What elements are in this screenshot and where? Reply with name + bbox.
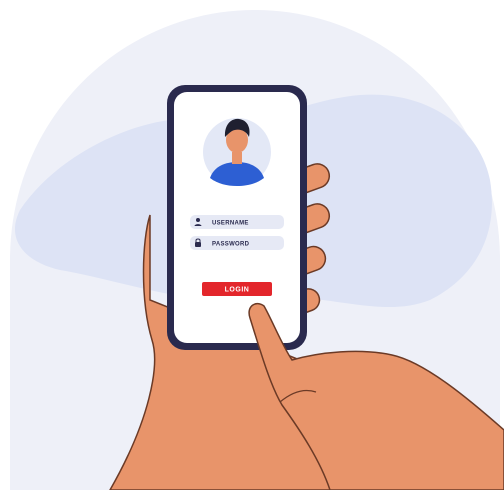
login-illustration: USERNAME PASSWORD LOGIN xyxy=(0,0,504,490)
username-field[interactable]: USERNAME xyxy=(190,215,284,229)
password-placeholder: PASSWORD xyxy=(212,242,250,248)
login-button[interactable]: LOGIN xyxy=(202,282,272,296)
avatar xyxy=(203,118,271,186)
username-placeholder: USERNAME xyxy=(212,221,249,227)
password-field[interactable]: PASSWORD xyxy=(190,236,284,250)
login-label: LOGIN xyxy=(225,287,250,294)
